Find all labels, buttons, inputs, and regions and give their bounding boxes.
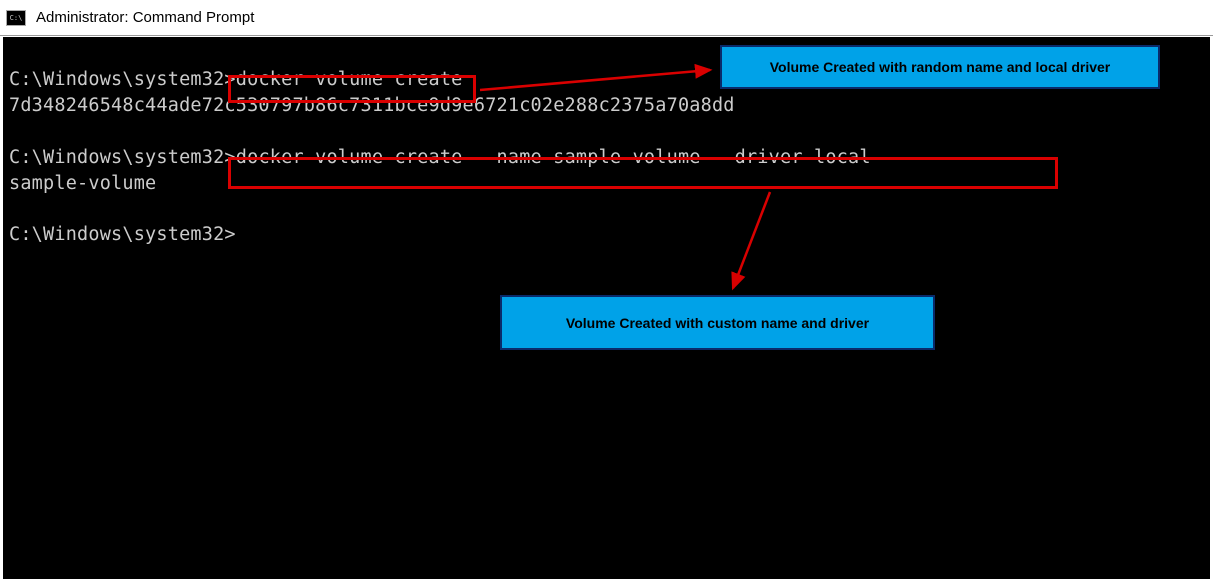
terminal-output-1: 7d348246548c44ade72c530797b86c7311bce9d9… [9, 93, 1210, 119]
command-text: docker volume create --name sample-volum… [236, 147, 871, 168]
window-title: Administrator: Command Prompt [36, 9, 254, 26]
prompt-text: C:\Windows\system32> [9, 224, 236, 245]
annotation-box-1: Volume Created with random name and loca… [720, 45, 1160, 89]
terminal-blank [9, 119, 1210, 145]
prompt-text: C:\Windows\system32> [9, 147, 236, 168]
terminal-output-2: sample-volume [9, 171, 1210, 197]
terminal-blank [9, 196, 1210, 222]
annotation-box-2: Volume Created with custom name and driv… [500, 295, 935, 350]
prompt-text: C:\Windows\system32> [9, 69, 236, 90]
terminal-line-2: C:\Windows\system32>docker volume create… [9, 145, 1210, 171]
cmd-icon [6, 10, 26, 26]
window-title-bar: Administrator: Command Prompt [0, 0, 1213, 36]
command-text: docker volume create [236, 69, 463, 90]
terminal-line-3: C:\Windows\system32> [9, 222, 1210, 248]
